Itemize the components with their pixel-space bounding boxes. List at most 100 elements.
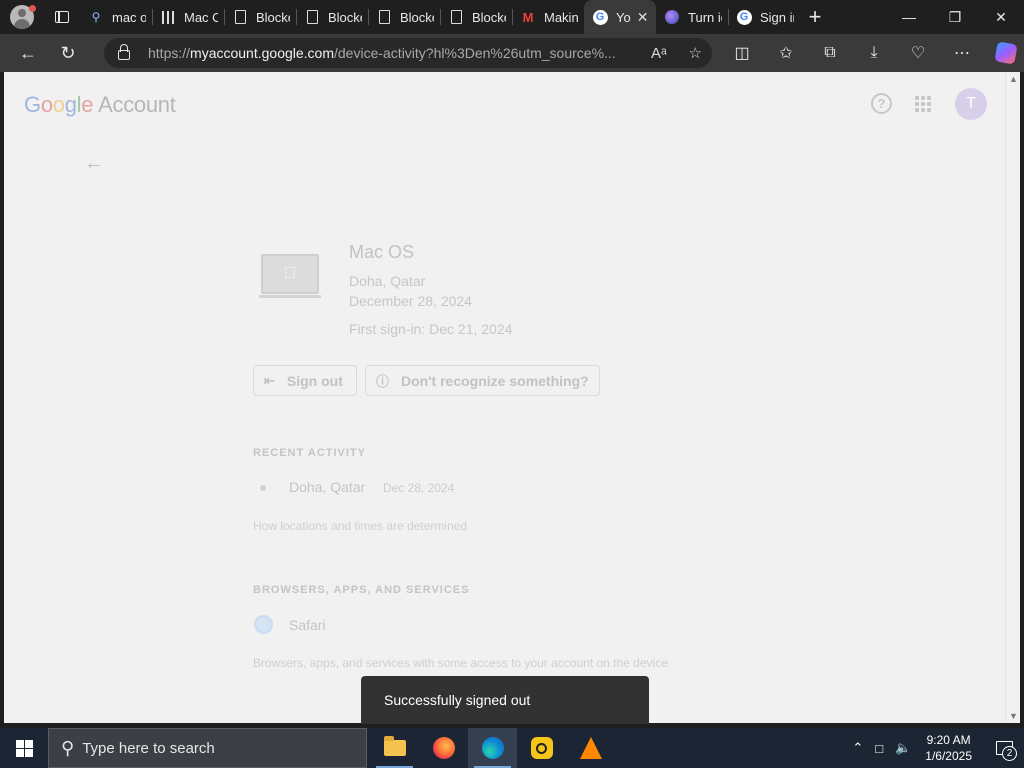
show-hidden-icons-icon[interactable]: ⌃ [852, 740, 863, 756]
vlc-button[interactable] [566, 728, 615, 768]
more-options-icon[interactable]: ⋯ [940, 34, 984, 72]
tab-title: Mac OS [184, 9, 218, 25]
start-button[interactable] [0, 728, 48, 768]
url-text[interactable]: https://myaccount.google.com/device-acti… [148, 45, 618, 61]
restore-button[interactable]: ❐ [932, 0, 978, 34]
tab-title: Sign in [760, 9, 794, 25]
url-prefix: https:// [148, 45, 191, 61]
scroll-down-icon[interactable]: ▼ [1009, 711, 1018, 721]
tab-title: Turn id [688, 9, 722, 25]
read-aloud-icon[interactable]: Aᵃ [651, 45, 667, 62]
new-tab-button[interactable]: + [800, 0, 830, 34]
firefox-button[interactable] [419, 728, 468, 768]
folder-icon [383, 736, 406, 756]
clock[interactable]: 9:20 AM 1/6/2025 [925, 732, 972, 764]
tab-sign-in[interactable]: G Sign in [728, 0, 800, 34]
close-window-button[interactable]: ✕ [978, 0, 1024, 34]
refresh-button[interactable]: ↻ [48, 34, 88, 72]
tab-actions-button[interactable] [44, 0, 80, 34]
account-avatar[interactable]: T [955, 88, 987, 120]
document-icon [448, 9, 464, 25]
notification-count: 2 [1002, 746, 1017, 761]
google-icon: G [736, 9, 752, 25]
tab-blocked-4[interactable]: Blocked [440, 0, 512, 34]
taskbar-search-box[interactable]: ⚲ Type here to search [48, 728, 367, 768]
device-last-seen: December 28, 2024 [349, 293, 472, 309]
back-button[interactable]: ← [8, 34, 48, 72]
edge-button[interactable] [468, 728, 517, 768]
logo-account-label: Account [98, 92, 176, 117]
network-icon[interactable]: □ [875, 741, 883, 756]
browser-essentials-icon[interactable]: ♡ [896, 34, 940, 72]
snackbar-toast: Successfully signed out [361, 676, 649, 724]
tab-making-gmail[interactable]: M Making [512, 0, 584, 34]
device-first-sign-in: First sign-in: Dec 21, 2024 [349, 321, 513, 337]
device-name: Mac OS [349, 242, 415, 262]
tab-turn-id[interactable]: Turn id [656, 0, 728, 34]
activity-bullet-icon [260, 485, 266, 491]
tab-title: Making [544, 9, 578, 25]
tab-mac-os-search[interactable]: ⚲ mac os [80, 0, 152, 34]
file-explorer-button[interactable] [370, 728, 419, 768]
tab-blocked-3[interactable]: Blocked [368, 0, 440, 34]
clock-time: 9:20 AM [926, 733, 971, 747]
minimize-button[interactable]: — [886, 0, 932, 34]
document-icon [376, 9, 392, 25]
volume-muted-icon[interactable]: 🔈 [895, 740, 911, 756]
firefox-icon [432, 737, 455, 759]
back-arrow-icon[interactable]: ← [84, 152, 104, 175]
tab-blocked-1[interactable]: Blocked [224, 0, 296, 34]
collections-icon[interactable]: ⧉ [808, 34, 852, 72]
window-controls: — ❐ ✕ [886, 0, 1024, 34]
help-icon[interactable]: ? [871, 93, 892, 114]
dont-recognize-button[interactable]: ⓘ Don't recognize something? [365, 365, 600, 396]
sign-out-label: Sign out [286, 372, 343, 389]
dont-recognize-label: Don't recognize something? [401, 372, 589, 389]
logo-letter: e [81, 92, 94, 117]
search-icon: ⚲ [61, 737, 75, 758]
lock-icon[interactable] [118, 44, 130, 60]
globe-icon [664, 9, 680, 25]
recent-activity-header: RECENT ACTIVITY [253, 447, 366, 459]
search-icon: ⚲ [91, 10, 101, 24]
favorites-icon[interactable]: ✩ [764, 34, 808, 72]
how-locations-link[interactable]: How locations and times are determined [253, 519, 467, 533]
page-scrollbar[interactable]: ▲ ▼ [1005, 72, 1020, 723]
notifications-button[interactable]: 2 [984, 728, 1024, 768]
logo-letter: G [24, 92, 41, 117]
url-host: myaccount.google.com [190, 45, 334, 61]
logo-letter: o [52, 92, 65, 117]
copilot-icon [994, 41, 1018, 65]
taskbar-apps [370, 728, 615, 768]
google-apps-icon[interactable] [915, 96, 931, 112]
tab-title: Blocked [256, 9, 290, 25]
clock-date: 1/6/2025 [925, 749, 972, 763]
apps-access-note: Browsers, apps, and services with some a… [253, 656, 668, 670]
copilot-button[interactable] [984, 34, 1024, 72]
logo-letter: o [40, 92, 53, 117]
chat-app-button[interactable] [517, 728, 566, 768]
downloads-icon[interactable]: ⤓ [852, 34, 896, 72]
sign-out-button[interactable]: ⇤ Sign out [253, 365, 357, 396]
tab-blocked-2[interactable]: Blocked [296, 0, 368, 34]
favorite-star-icon[interactable]: ☆ [689, 44, 702, 62]
profile-button[interactable] [0, 0, 44, 34]
system-tray: ⌃ □ 🔈 9:20 AM 1/6/2025 2 [846, 728, 1024, 768]
close-tab-icon[interactable]: ✕ [637, 9, 649, 26]
split-screen-icon[interactable]: ◫ [720, 34, 764, 72]
google-account-logo[interactable]: Google Account [24, 92, 176, 118]
tab-mac-os[interactable]: Mac OS [152, 0, 224, 34]
tab-google-account-active[interactable]: G Yo ✕ [584, 0, 656, 34]
toast-message: Successfully signed out [384, 692, 531, 708]
tab-title: Blocked [328, 9, 362, 25]
windows-logo-icon [15, 739, 33, 757]
google-icon: G [592, 9, 608, 25]
address-bar[interactable]: https://myaccount.google.com/device-acti… [104, 38, 712, 68]
gmail-icon: M [522, 9, 534, 25]
laptop-apple-icon:  [259, 254, 321, 298]
tab-title: Blocked [400, 9, 434, 25]
scroll-up-icon[interactable]: ▲ [1009, 74, 1018, 84]
profile-notification-dot [29, 5, 36, 12]
taskbar-search-placeholder: Type here to search [82, 739, 215, 757]
tab-strip: ⚲ mac os Mac OS Blocked Blocked Blocked … [0, 0, 1024, 34]
